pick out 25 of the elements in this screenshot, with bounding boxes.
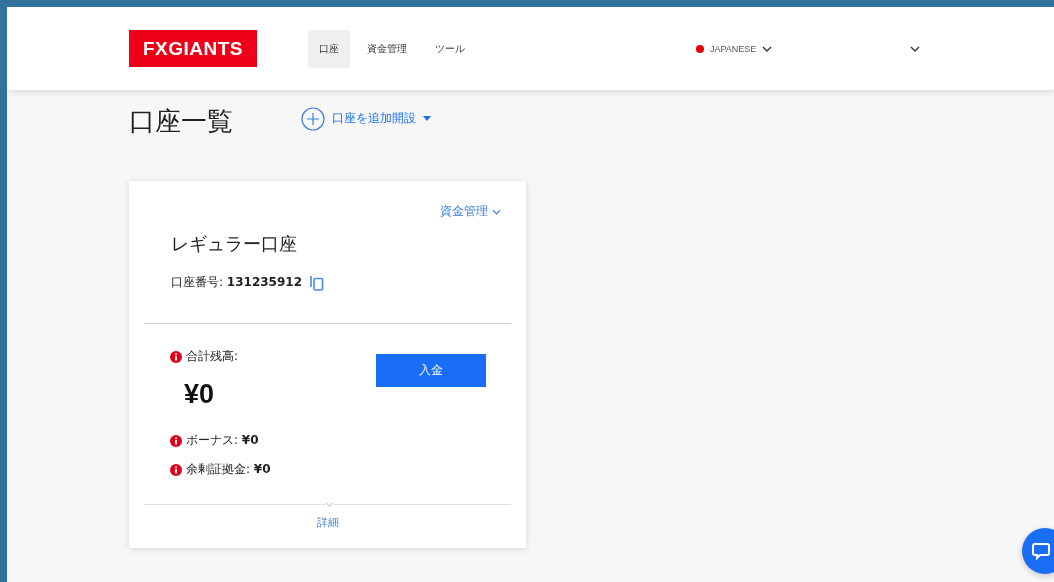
total-balance-label: 合計残高:	[186, 348, 239, 365]
add-account-link[interactable]: 口座を追加開設	[332, 110, 416, 127]
info-icon[interactable]	[170, 434, 182, 447]
caret-icon	[423, 116, 431, 121]
nav-tab[interactable]: 口座	[308, 29, 350, 68]
info-icon[interactable]	[170, 350, 182, 363]
chevron-down-icon[interactable]	[910, 45, 921, 52]
page-title: 口座一覧	[129, 105, 233, 138]
total-balance-value: ¥0	[184, 379, 216, 410]
account-number: 口座番号: 131235912	[171, 274, 302, 291]
balance-detail: ボーナス: ¥0	[186, 432, 259, 449]
chevron-down-icon[interactable]	[762, 45, 773, 52]
plus-circle-icon[interactable]	[301, 106, 325, 131]
funds-menu-link[interactable]: 資金管理	[440, 203, 488, 220]
nav-tab[interactable]: ツール	[424, 29, 476, 68]
deposit-button[interactable]: 入金	[376, 354, 486, 387]
chat-bubble-icon	[1031, 541, 1051, 561]
balance-detail: 余剰証拠金: ¥0	[186, 461, 271, 478]
info-icon[interactable]	[170, 463, 182, 476]
nav-tab[interactable]: 資金管理	[356, 29, 418, 68]
copy-icon[interactable]	[310, 274, 324, 291]
account-name: レギュラー口座	[171, 232, 298, 256]
logo[interactable]: FXGIANTS	[129, 30, 257, 67]
language-selector[interactable]: JAPANESE	[710, 43, 757, 54]
details-link[interactable]: 詳細	[316, 515, 339, 548]
